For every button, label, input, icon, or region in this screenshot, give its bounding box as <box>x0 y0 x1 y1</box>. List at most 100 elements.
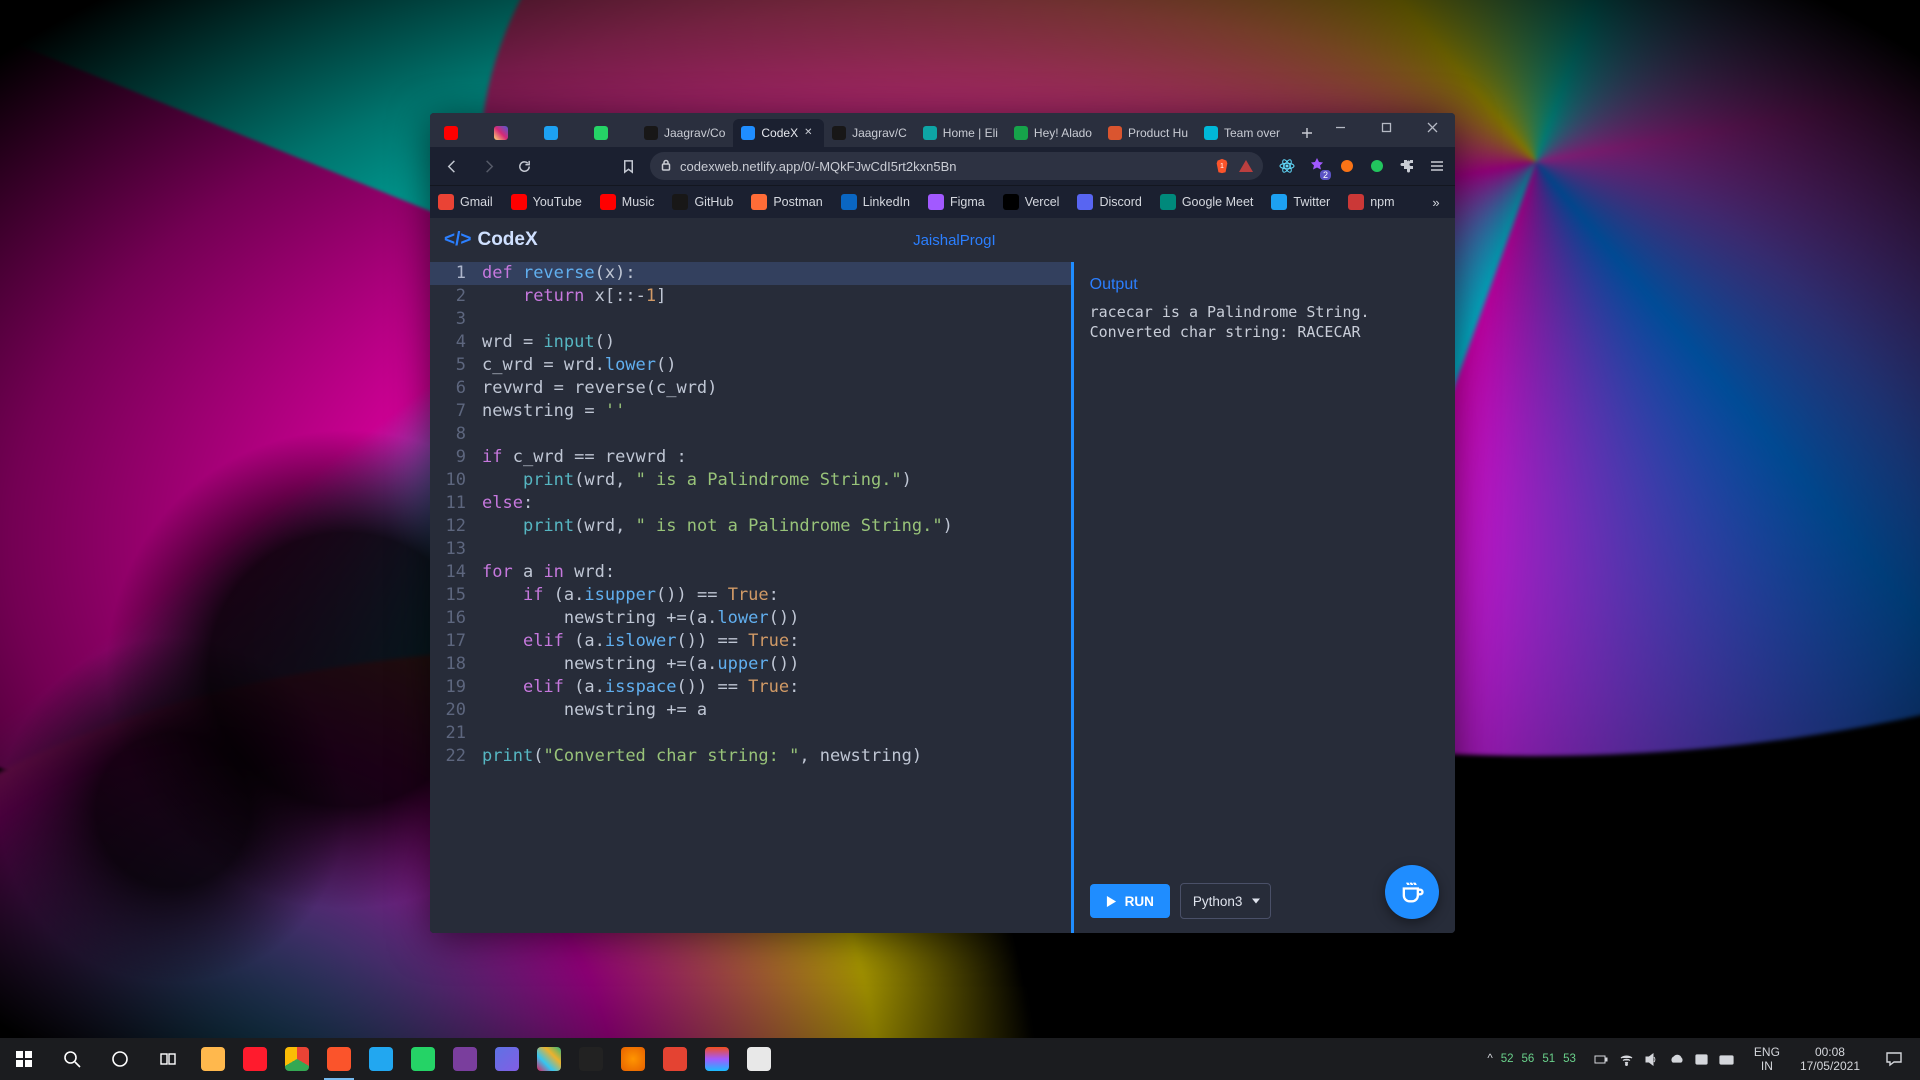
bookmark-favicon <box>438 194 454 210</box>
tab-favicon <box>544 126 558 140</box>
react-devtools-icon[interactable] <box>1277 156 1297 176</box>
browser-menu-icon[interactable] <box>1427 156 1447 176</box>
browser-tab[interactable] <box>536 119 586 147</box>
browser-tab[interactable] <box>586 119 636 147</box>
system-tray[interactable] <box>1586 1052 1742 1067</box>
code-line[interactable]: else: <box>476 492 1071 515</box>
run-button[interactable]: RUN <box>1090 884 1170 918</box>
cortana-button[interactable] <box>96 1038 144 1080</box>
bookmark-item[interactable]: Figma <box>928 194 985 210</box>
code-editor[interactable]: 1def reverse(x):2 return x[::-1]34wrd = … <box>430 262 1074 933</box>
windows-icon <box>14 1049 34 1069</box>
tab-favicon <box>1108 126 1122 140</box>
bookmark-item[interactable]: npm <box>1348 194 1394 210</box>
taskbar-app-notes[interactable] <box>738 1038 780 1080</box>
bookmark-item[interactable]: Google Meet <box>1160 194 1254 210</box>
bookmark-item[interactable]: Vercel <box>1003 194 1060 210</box>
taskbar-app-vscode[interactable] <box>360 1038 402 1080</box>
code-line[interactable] <box>476 722 1071 745</box>
taskbar-app-file-explorer[interactable] <box>192 1038 234 1080</box>
taskbar-app-firefox[interactable] <box>612 1038 654 1080</box>
url-input[interactable]: codexweb.netlify.app/0/-MQkFJwCdI5rt2kxn… <box>650 152 1263 180</box>
code-line[interactable]: def reverse(x): <box>476 262 1071 285</box>
language-select[interactable]: Python3 <box>1180 883 1272 919</box>
bookmark-item[interactable]: Twitter <box>1271 194 1330 210</box>
extension-dot-icon[interactable] <box>1337 156 1357 176</box>
extension-badge-icon[interactable] <box>1307 156 1327 176</box>
bookmark-item[interactable]: Music <box>600 194 655 210</box>
buy-me-a-coffee-button[interactable] <box>1385 865 1439 919</box>
figma-icon <box>705 1047 729 1071</box>
bookmark-item[interactable]: LinkedIn <box>841 194 910 210</box>
bookmark-item[interactable]: Gmail <box>438 194 493 210</box>
taskbar-clock[interactable]: 00:0817/05/2021 <box>1792 1045 1868 1073</box>
code-line[interactable]: newstring +=(a.lower()) <box>476 607 1071 630</box>
taskbar-app-opera[interactable] <box>234 1038 276 1080</box>
start-button[interactable] <box>0 1038 48 1080</box>
code-line[interactable] <box>476 423 1071 446</box>
code-line[interactable]: c_wrd = wrd.lower() <box>476 354 1071 377</box>
browser-tab[interactable]: Jaagrav/C <box>824 119 915 147</box>
code-line[interactable]: revwrd = reverse(c_wrd) <box>476 377 1071 400</box>
browser-tab[interactable]: Team over <box>1196 119 1288 147</box>
tab-label: CodeX <box>761 126 798 140</box>
windows-taskbar: ^ 52 56 51 53 ENGIN 00:0817/05/2021 <box>0 1038 1920 1080</box>
taskbar-app-app-diamond[interactable] <box>486 1038 528 1080</box>
language-indicator[interactable]: ENGIN <box>1746 1045 1788 1073</box>
bookmark-page-icon[interactable] <box>614 152 642 180</box>
bookmark-item[interactable]: Discord <box>1077 194 1141 210</box>
system-stats[interactable]: ^ 52 56 51 53 <box>1481 1053 1582 1065</box>
code-line[interactable]: if (a.isupper()) == True: <box>476 584 1071 607</box>
brave-rewards-icon[interactable] <box>1239 160 1253 172</box>
code-line[interactable]: print(wrd, " is a Palindrome String.") <box>476 469 1071 492</box>
taskbar-search[interactable] <box>48 1038 96 1080</box>
code-line[interactable]: newstring = '' <box>476 400 1071 423</box>
bookmarks-overflow[interactable]: » <box>1425 195 1447 210</box>
code-line[interactable] <box>476 308 1071 331</box>
tab-close-icon[interactable]: ✕ <box>804 127 816 139</box>
window-maximize[interactable] <box>1363 113 1409 141</box>
window-minimize[interactable] <box>1317 113 1363 141</box>
browser-tab[interactable]: Hey! Alado <box>1006 119 1100 147</box>
tab-favicon <box>444 126 458 140</box>
code-line[interactable]: for a in wrd: <box>476 561 1071 584</box>
line-number: 1 <box>430 262 476 285</box>
unity-icon <box>579 1047 603 1071</box>
bookmark-item[interactable]: YouTube <box>511 194 582 210</box>
taskbar-app-whatsapp[interactable] <box>402 1038 444 1080</box>
extensions-puzzle-icon[interactable] <box>1397 156 1417 176</box>
taskbar-app-brave[interactable] <box>318 1038 360 1080</box>
window-close[interactable] <box>1409 113 1455 141</box>
brave-shield-icon[interactable]: 1 <box>1213 157 1231 175</box>
bookmark-item[interactable]: GitHub <box>672 194 733 210</box>
taskbar-app-unity[interactable] <box>570 1038 612 1080</box>
browser-tab[interactable]: Product Hu <box>1100 119 1196 147</box>
code-line[interactable]: newstring += a <box>476 699 1071 722</box>
code-line[interactable]: print(wrd, " is not a Palindrome String.… <box>476 515 1071 538</box>
code-line[interactable]: if c_wrd == revwrd : <box>476 446 1071 469</box>
taskbar-app-slack[interactable] <box>528 1038 570 1080</box>
browser-tab[interactable]: Jaagrav/Co <box>636 119 733 147</box>
code-line[interactable]: elif (a.islower()) == True: <box>476 630 1071 653</box>
taskbar-app-github-desktop[interactable] <box>444 1038 486 1080</box>
code-line[interactable]: return x[::-1] <box>476 285 1071 308</box>
action-center-button[interactable] <box>1872 1038 1916 1080</box>
browser-tab[interactable] <box>436 119 486 147</box>
task-view-button[interactable] <box>144 1038 192 1080</box>
code-line[interactable]: elif (a.isspace()) == True: <box>476 676 1071 699</box>
browser-tab[interactable]: CodeX ✕ <box>733 119 824 147</box>
code-line[interactable]: wrd = input() <box>476 331 1071 354</box>
taskbar-app-todoist[interactable] <box>654 1038 696 1080</box>
code-line[interactable]: print("Converted char string: ", newstri… <box>476 745 1071 768</box>
app-logo[interactable]: </> CodeX <box>444 229 538 251</box>
code-line[interactable] <box>476 538 1071 561</box>
extension-green-icon[interactable] <box>1367 156 1387 176</box>
nav-reload[interactable] <box>510 152 538 180</box>
taskbar-app-figma[interactable] <box>696 1038 738 1080</box>
browser-tab[interactable] <box>486 119 536 147</box>
taskbar-app-chrome[interactable] <box>276 1038 318 1080</box>
nav-back[interactable] <box>438 152 466 180</box>
code-line[interactable]: newstring +=(a.upper()) <box>476 653 1071 676</box>
browser-tab[interactable]: Home | Eli <box>915 119 1006 147</box>
bookmark-item[interactable]: Postman <box>751 194 822 210</box>
